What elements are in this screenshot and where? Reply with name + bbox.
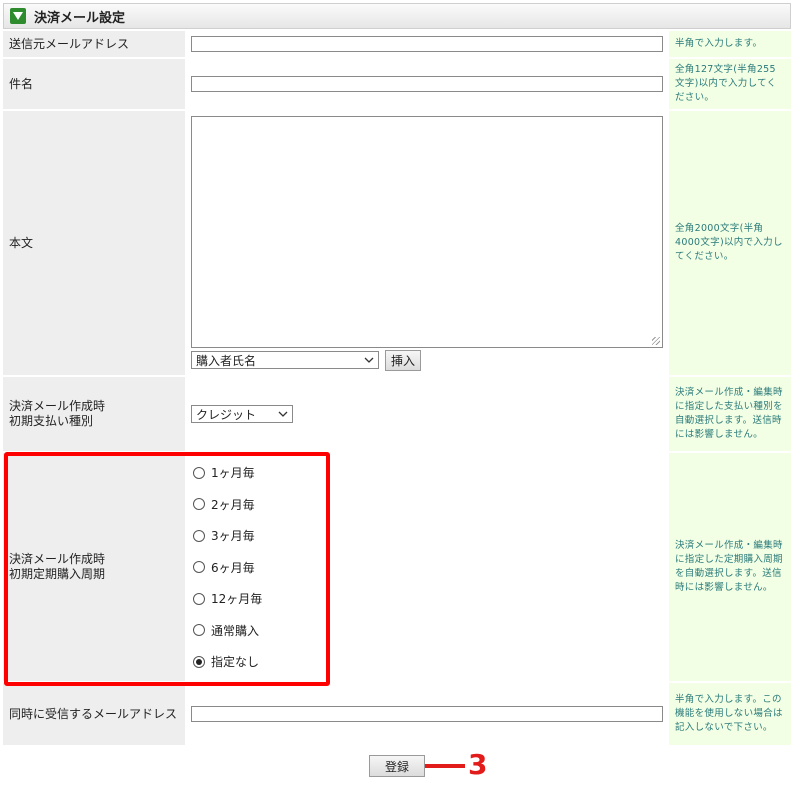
cycle-option[interactable]: 指定なし xyxy=(193,646,663,678)
cycle-label-line2: 初期定期購入周期 xyxy=(9,567,106,581)
subject-label: 件名 xyxy=(3,59,185,109)
body-textarea[interactable] xyxy=(191,115,663,348)
insert-field-select[interactable]: 購入者氏名 xyxy=(191,351,379,369)
row-subject: 件名 全角127文字(半角255文字)以内で入力してください。 xyxy=(3,59,791,109)
row-sender: 送信元メールアドレス 半角で入力します。 xyxy=(3,31,791,57)
row-payment-type: 決済メール作成時 初期支払い種別 クレジット 決済メール作成・編集時に指定した支… xyxy=(3,377,791,451)
cycle-option-label: 1ヶ月毎 xyxy=(211,466,255,480)
cc-label: 同時に受信するメールアドレス xyxy=(3,683,185,745)
cycle-radio-group: 1ヶ月毎 2ヶ月毎 3ヶ月毎 6ヶ月毎 12ヶ月毎 通常購入 指定なし xyxy=(191,457,663,678)
cycle-option[interactable]: 12ヶ月毎 xyxy=(193,583,663,615)
insert-button[interactable]: 挿入 xyxy=(385,349,421,371)
cc-input[interactable] xyxy=(191,706,663,722)
payment-type-hint: 決済メール作成・編集時に指定した支払い種別を自動選択します。送信時には影響しませ… xyxy=(669,377,791,451)
cycle-option-label: 通常購入 xyxy=(211,623,260,638)
payment-type-label: 決済メール作成時 初期支払い種別 xyxy=(3,377,185,451)
radio-button[interactable] xyxy=(193,498,205,510)
cycle-option[interactable]: 2ヶ月毎 xyxy=(193,488,663,520)
radio-button[interactable] xyxy=(193,466,205,479)
cycle-option[interactable]: 1ヶ月毎 xyxy=(193,457,663,489)
resize-grip-icon[interactable] xyxy=(652,336,660,345)
cycle-option-label: 3ヶ月毎 xyxy=(211,529,255,543)
cycle-label: 決済メール作成時 初期定期購入周期 xyxy=(3,453,185,681)
register-button[interactable]: 登録 xyxy=(369,755,425,777)
row-cc: 同時に受信するメールアドレス 半角で入力します。この機能を使用しない場合は記入し… xyxy=(3,683,791,745)
payment-type-select[interactable]: クレジット xyxy=(191,405,293,423)
chevron-down-icon xyxy=(364,357,374,363)
body-label: 本文 xyxy=(3,111,185,375)
callout-number: 3 xyxy=(468,748,488,781)
chevron-down-icon xyxy=(278,411,288,417)
payment-type-label-line1: 決済メール作成時 xyxy=(9,399,106,413)
sender-label: 送信元メールアドレス xyxy=(3,31,185,57)
radio-button[interactable] xyxy=(193,561,205,573)
payment-type-value: クレジット xyxy=(196,407,257,422)
cycle-option-label: 2ヶ月毎 xyxy=(211,497,255,512)
section-header: 決済メール設定 xyxy=(3,3,791,29)
cycle-option-label: 指定なし xyxy=(211,655,260,669)
mail-settings-form: 送信元メールアドレス 半角で入力します。 件名 全角127文字(半角255文字)… xyxy=(3,29,791,747)
subject-hint: 全角127文字(半角255文字)以内で入力してください。 xyxy=(669,59,791,109)
payment-type-label-line2: 初期支払い種別 xyxy=(9,414,94,428)
cycle-hint: 決済メール作成・編集時に指定した定期購入周期を自動選択します。送信時には影響しま… xyxy=(669,453,791,681)
cycle-option[interactable]: 通常購入 xyxy=(193,614,663,646)
insert-field-value: 購入者氏名 xyxy=(196,353,257,368)
cycle-option-label: 6ヶ月毎 xyxy=(211,560,255,575)
row-body: 本文 購入者氏名 挿入 全角2000文字(半角4000文字)以内で入力してくださ… xyxy=(3,111,791,375)
triangle-down-icon xyxy=(10,8,26,24)
body-hint: 全角2000文字(半角4000文字)以内で入力してください。 xyxy=(669,111,791,375)
radio-button[interactable] xyxy=(193,529,205,542)
cycle-label-line1: 決済メール作成時 xyxy=(9,552,106,566)
callout-line xyxy=(425,764,465,768)
cycle-option-label: 12ヶ月毎 xyxy=(211,592,263,606)
row-cycle: 決済メール作成時 初期定期購入周期 1ヶ月毎 2ヶ月毎 3ヶ月毎 6ヶ月毎 12… xyxy=(3,453,791,681)
section-title: 決済メール設定 xyxy=(34,10,126,26)
radio-button[interactable] xyxy=(193,655,205,668)
subject-input[interactable] xyxy=(191,76,663,92)
radio-button[interactable] xyxy=(193,592,205,605)
radio-button[interactable] xyxy=(193,624,205,636)
cc-hint: 半角で入力します。この機能を使用しない場合は記入しないで下さい。 xyxy=(669,683,791,745)
sender-input[interactable] xyxy=(191,36,663,52)
cycle-option[interactable]: 3ヶ月毎 xyxy=(193,520,663,552)
sender-hint: 半角で入力します。 xyxy=(669,31,791,57)
cycle-option[interactable]: 6ヶ月毎 xyxy=(193,551,663,583)
